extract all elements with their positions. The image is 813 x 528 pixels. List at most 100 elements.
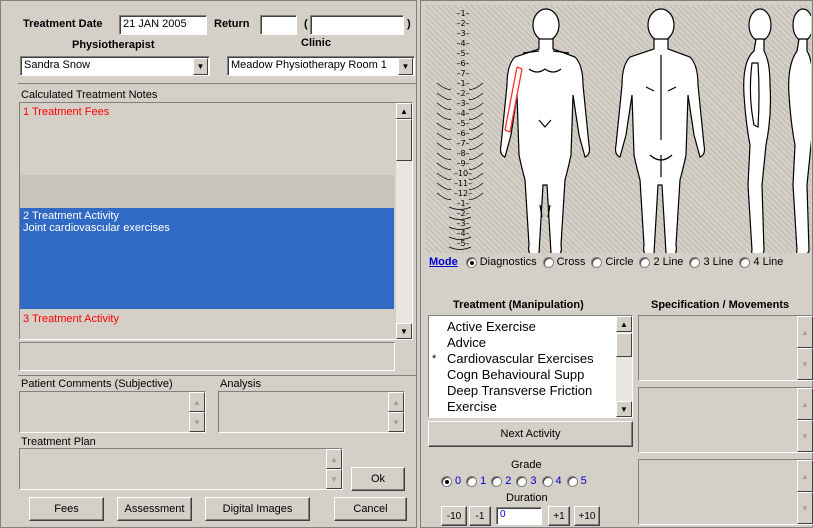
- chevron-down-icon[interactable]: ▼: [398, 58, 413, 75]
- radio-icon[interactable]: [591, 256, 603, 268]
- treatment-plan-scrollbar[interactable]: ▲ ▼: [326, 449, 342, 489]
- treatment-plan-field[interactable]: ▲ ▼: [19, 448, 343, 490]
- treatment-list-item[interactable]: Active Exercise: [429, 319, 616, 335]
- radio-icon[interactable]: [541, 475, 553, 487]
- rib-curve: [436, 102, 484, 110]
- next-activity-button[interactable]: Next Activity: [428, 421, 633, 447]
- scroll-down-icon[interactable]: ▼: [326, 469, 342, 489]
- assessment-button[interactable]: Assessment: [117, 497, 192, 521]
- body-chart[interactable]: –1– –2– –3– –4– –5– –6– –7– –1– –2– –3– –4– –5– –6– –…: [425, 5, 811, 271]
- radio-icon[interactable]: [441, 475, 452, 487]
- analysis-scrollbar[interactable]: ▲ ▼: [388, 392, 404, 432]
- duration-minus-1-button[interactable]: -1: [469, 506, 491, 526]
- paren-open: (: [304, 18, 308, 30]
- scroll-down-icon[interactable]: ▼: [797, 420, 813, 452]
- scroll-up-icon[interactable]: ▲: [797, 388, 813, 420]
- duration-field[interactable]: 0: [496, 507, 542, 525]
- divider: [18, 83, 416, 84]
- grade-option-5[interactable]: 5: [566, 475, 587, 487]
- physiotherapist-select[interactable]: Sandra Snow ▼: [20, 56, 210, 76]
- mode-bar: Mode Diagnostics Cross Circle 2 Line 3 Line 4…: [425, 253, 811, 271]
- scroll-up-icon[interactable]: ▲: [326, 449, 342, 469]
- scroll-down-icon[interactable]: ▼: [797, 492, 813, 524]
- grade-option-4[interactable]: 4: [541, 475, 562, 487]
- duration-minus-10-button[interactable]: -10: [441, 506, 467, 526]
- scroll-thumb[interactable]: [616, 333, 632, 357]
- notes-input-area[interactable]: [19, 342, 395, 371]
- radio-icon[interactable]: [516, 475, 528, 487]
- scroll-up-icon[interactable]: ▲: [189, 392, 205, 412]
- radio-icon[interactable]: [542, 256, 554, 268]
- radio-icon[interactable]: [465, 256, 477, 268]
- treatment-list[interactable]: Active Exercise Advice * Cardiovascular Exe…: [428, 315, 633, 418]
- scroll-up-icon[interactable]: ▲: [797, 460, 813, 492]
- duration-plus-10-button[interactable]: +10: [574, 506, 600, 526]
- patient-comments-field[interactable]: ▲ ▼: [19, 391, 206, 433]
- return-label: Return: [214, 18, 250, 30]
- mode-option-3-line[interactable]: 3 Line: [689, 256, 733, 268]
- treatment-list-item[interactable]: Deep Transverse Friction: [429, 383, 616, 399]
- radio-icon[interactable]: [739, 256, 751, 268]
- specification-box-3[interactable]: ▲ ▼: [638, 459, 813, 525]
- grade-radio-group: 0 1 2 3 4 5: [441, 474, 590, 488]
- specification-box-1[interactable]: ▲ ▼: [638, 315, 813, 381]
- duration-plus-1-button[interactable]: +1: [548, 506, 570, 526]
- mode-option-diagnostics[interactable]: Diagnostics: [465, 256, 537, 268]
- radio-icon[interactable]: [566, 475, 578, 487]
- mode-option-4-line[interactable]: 4 Line: [739, 256, 783, 268]
- treatment-list-item[interactable]: Exercise: [429, 399, 616, 415]
- scroll-up-icon[interactable]: ▲: [388, 392, 404, 412]
- treatment-item-label: Cogn Behavioural Supp: [447, 367, 585, 382]
- specification-box-2[interactable]: ▲ ▼: [638, 387, 813, 453]
- digital-images-button[interactable]: Digital Images: [205, 497, 310, 521]
- clinic-select[interactable]: Meadow Physiotherapy Room 1 ▼: [227, 56, 415, 76]
- note-entry-activity[interactable]: 3 Treatment Activity: [20, 310, 394, 339]
- treatment-list-item[interactable]: Advice: [429, 335, 616, 351]
- scroll-up-icon[interactable]: ▲: [797, 316, 813, 348]
- mode-link[interactable]: Mode: [429, 256, 458, 268]
- mode-option-cross[interactable]: Cross: [542, 256, 585, 268]
- scroll-up-icon[interactable]: ▲: [396, 103, 412, 119]
- body-diagram: [499, 8, 811, 258]
- grade-option-3[interactable]: 3: [516, 475, 537, 487]
- scroll-down-icon[interactable]: ▼: [388, 412, 404, 432]
- analysis-field[interactable]: ▲ ▼: [218, 391, 405, 433]
- rib-curve: [436, 142, 484, 150]
- grade-option-0[interactable]: 0: [441, 475, 461, 487]
- treatment-list-item[interactable]: * Cardiovascular Exercises: [429, 351, 616, 367]
- scroll-down-icon[interactable]: ▼: [616, 401, 632, 417]
- spec-scrollbar[interactable]: ▲ ▼: [797, 460, 813, 524]
- note-entry-activity-selected[interactable]: 2 Treatment Activity Joint cardiovascula…: [20, 208, 394, 309]
- spec-scrollbar[interactable]: ▲ ▼: [797, 388, 813, 452]
- chevron-down-icon[interactable]: ▼: [193, 58, 208, 75]
- scroll-down-icon[interactable]: ▼: [189, 412, 205, 432]
- treatment-list-scrollbar[interactable]: ▲ ▼: [616, 316, 632, 417]
- cancel-button[interactable]: Cancel: [334, 497, 407, 521]
- duration-controls: -10 -1 0 +1 +10: [441, 506, 641, 526]
- patient-comments-scrollbar[interactable]: ▲ ▼: [189, 392, 205, 432]
- radio-icon[interactable]: [689, 256, 701, 268]
- ok-button[interactable]: Ok: [351, 467, 405, 491]
- notes-scrollbar[interactable]: ▲ ▼: [396, 103, 412, 339]
- scroll-up-icon[interactable]: ▲: [616, 316, 632, 332]
- treatment-list-item[interactable]: Cogn Behavioural Supp: [429, 367, 616, 383]
- rib-curve: [436, 192, 484, 200]
- fees-button[interactable]: Fees: [29, 497, 104, 521]
- scroll-thumb[interactable]: [396, 119, 412, 161]
- treatment-date-field[interactable]: 21 JAN 2005: [119, 15, 207, 35]
- physiotherapist-value: Sandra Snow: [24, 59, 91, 71]
- return-note-field[interactable]: [310, 15, 404, 35]
- radio-icon[interactable]: [466, 475, 478, 487]
- radio-icon[interactable]: [491, 475, 503, 487]
- scroll-down-icon[interactable]: ▼: [797, 348, 813, 380]
- treatment-notes-list[interactable]: 1 Treatment Fees 2 Treatment Activity Jo…: [19, 102, 413, 340]
- mode-option-2-line[interactable]: 2 Line: [639, 256, 683, 268]
- grade-option-label: 2: [505, 475, 512, 487]
- radio-icon[interactable]: [639, 256, 651, 268]
- scroll-down-icon[interactable]: ▼: [396, 323, 412, 339]
- spec-scrollbar[interactable]: ▲ ▼: [797, 316, 813, 380]
- return-field[interactable]: [260, 15, 297, 35]
- grade-option-1[interactable]: 1: [466, 475, 486, 487]
- mode-option-circle[interactable]: Circle: [591, 256, 633, 268]
- grade-option-2[interactable]: 2: [491, 475, 511, 487]
